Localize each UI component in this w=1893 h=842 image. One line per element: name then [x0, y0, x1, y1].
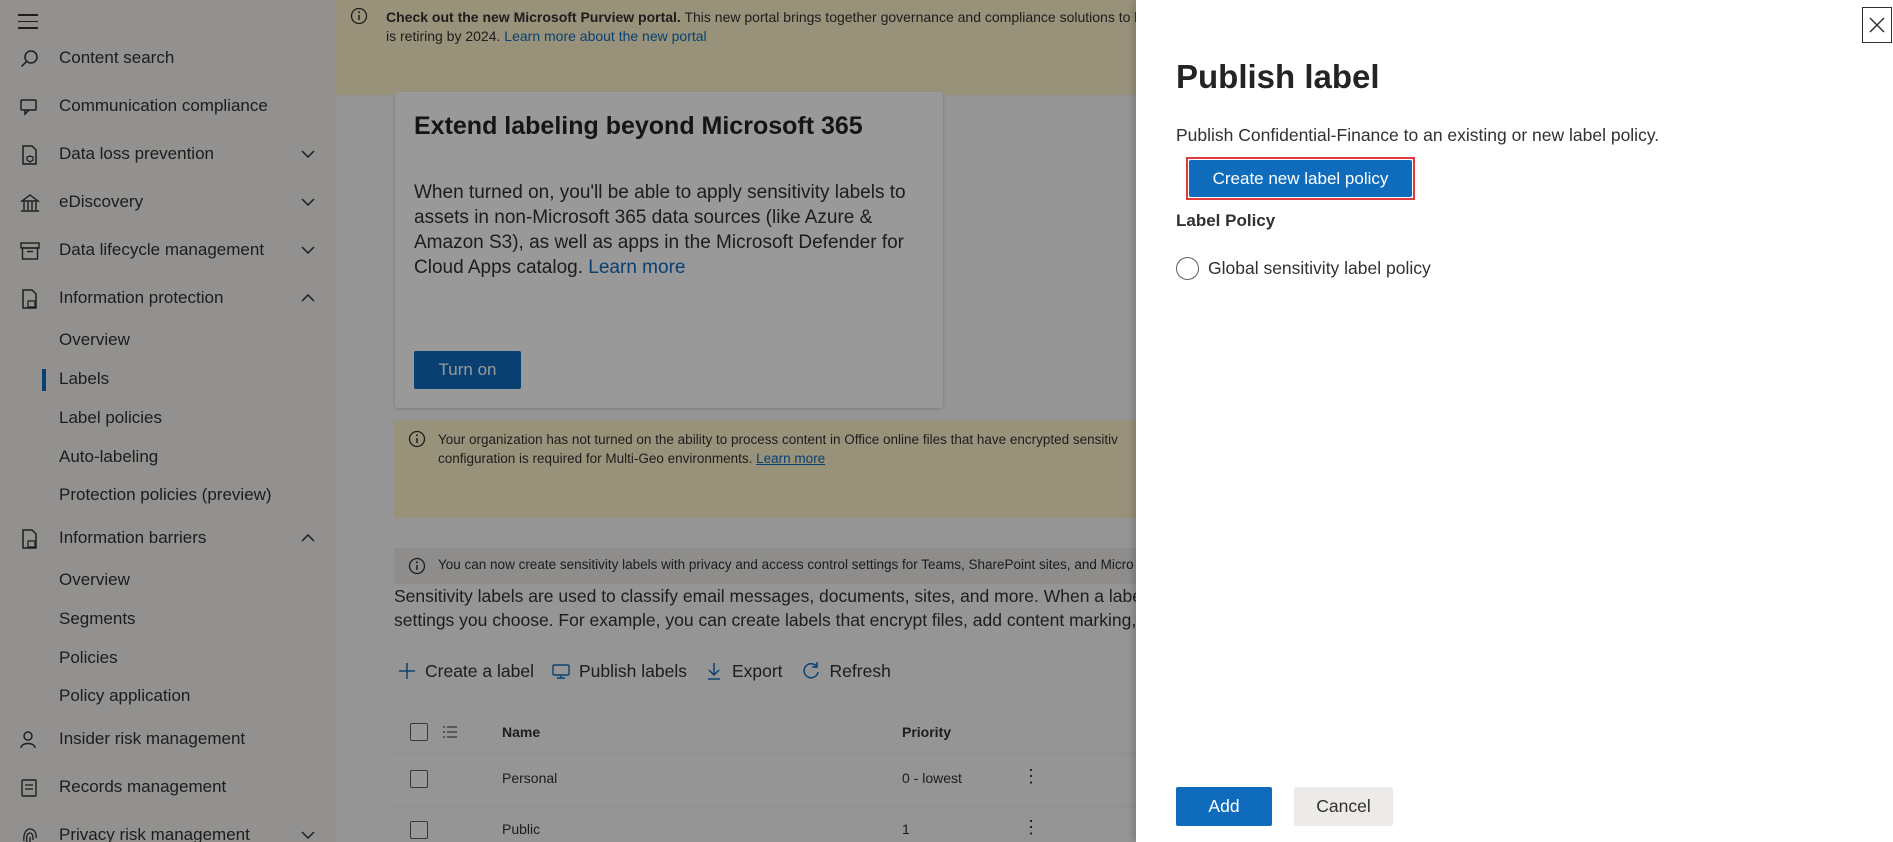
label-policy-heading: Label Policy — [1176, 211, 1276, 230]
cancel-button[interactable]: Cancel — [1294, 787, 1393, 826]
create-new-label-policy-button[interactable]: Create new label policy — [1189, 160, 1412, 197]
publish-label-panel: Publish label Publish Confidential-Finan… — [1136, 0, 1893, 842]
close-icon — [1869, 17, 1885, 33]
policy-option-label: Global sensitivity label policy — [1208, 257, 1431, 278]
radio-button[interactable] — [1176, 256, 1199, 280]
close-button[interactable] — [1862, 7, 1892, 43]
modal-overlay[interactable] — [0, 0, 1136, 842]
policy-option-global[interactable]: Global sensitivity label policy — [1176, 256, 1431, 280]
panel-title: Publish label — [1176, 58, 1380, 95]
panel-description: Publish Confidential-Finance to an exist… — [1176, 125, 1660, 145]
add-button[interactable]: Add — [1176, 787, 1272, 826]
